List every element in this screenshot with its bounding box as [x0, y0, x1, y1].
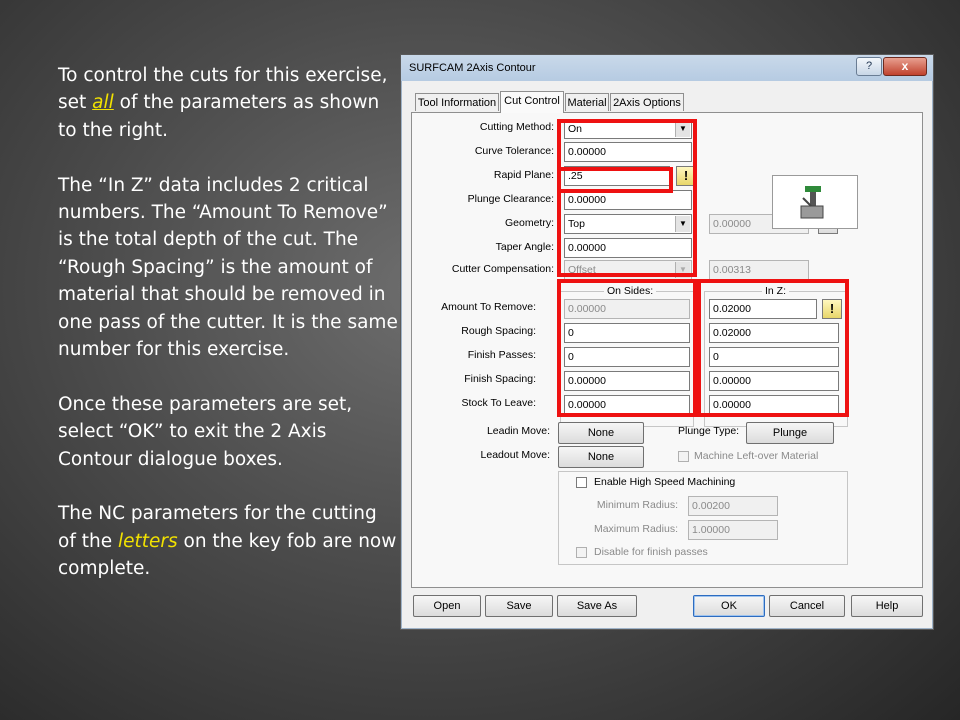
tab-2axis-options[interactable]: 2Axis Options	[610, 93, 684, 111]
slide-instructions: To control the cuts for this exercise, s…	[58, 62, 398, 610]
instruction-paragraph-3: Once these parameters are set, select “O…	[58, 393, 353, 470]
tool-preview	[772, 175, 858, 229]
leadout-button[interactable]: None	[558, 446, 644, 468]
instruction-paragraph-2: The “In Z” data includes 2 critical numb…	[58, 174, 398, 361]
max-radius-label: Maximum Radius:	[593, 523, 678, 535]
geometry-label: Geometry:	[504, 217, 554, 229]
dialog-titlebar[interactable]: SURFCAM 2Axis Contour ? x	[401, 55, 933, 81]
leadin-label: Leadin Move:	[486, 425, 550, 437]
cutter-compensation-label: Cutter Compensation:	[451, 263, 554, 275]
annotation-on-sides	[557, 279, 697, 417]
help-button[interactable]: Help	[851, 595, 923, 617]
stock-to-leave-label: Stock To Leave:	[461, 397, 536, 409]
leadin-button[interactable]: None	[558, 422, 644, 444]
finish-passes-label: Finish Passes:	[467, 349, 536, 361]
leadout-label: Leadout Move:	[480, 449, 550, 461]
machine-leftover-checkbox	[678, 451, 689, 462]
highlight-all: all	[92, 92, 114, 114]
ok-button[interactable]: OK	[693, 595, 765, 617]
close-button[interactable]: x	[883, 57, 927, 76]
cutting-method-label: Cutting Method:	[479, 121, 554, 133]
rapid-plane-label: Rapid Plane:	[493, 169, 554, 181]
plunge-clearance-label: Plunge Clearance:	[467, 193, 554, 205]
high-speed-checkbox[interactable]	[576, 477, 587, 488]
cutter-tool-icon	[800, 186, 824, 219]
save-button[interactable]: Save	[485, 595, 553, 617]
plunge-type-button[interactable]: Plunge	[746, 422, 834, 444]
curve-tolerance-label: Curve Tolerance:	[474, 145, 554, 157]
finish-spacing-label: Finish Spacing:	[464, 373, 536, 385]
help-title-button[interactable]: ?	[856, 57, 882, 76]
open-button[interactable]: Open	[413, 595, 481, 617]
tab-material[interactable]: Material	[565, 93, 609, 111]
tab-cut-control[interactable]: Cut Control	[500, 91, 564, 113]
cancel-button[interactable]: Cancel	[769, 595, 845, 617]
amount-to-remove-label: Amount To Remove:	[441, 301, 536, 313]
annotation-in-z	[697, 279, 849, 417]
tab-tool-information[interactable]: Tool Information	[415, 93, 499, 111]
taper-angle-label: Taper Angle:	[495, 241, 554, 253]
highlight-letters: letters	[117, 530, 178, 552]
min-radius-label: Minimum Radius:	[596, 499, 678, 511]
save-as-button[interactable]: Save As	[557, 595, 637, 617]
annotation-rapid-plane	[557, 167, 673, 193]
instruction-paragraph-1: To control the cuts for this exercise, s…	[58, 65, 388, 141]
min-radius-field: 0.00200	[688, 496, 778, 516]
annotation-top-fields	[557, 119, 697, 277]
cutter-compensation-offset-field: 0.00313	[709, 260, 809, 280]
plunge-type-label: Plunge Type:	[678, 425, 740, 437]
disable-finish-label: Disable for finish passes	[594, 546, 708, 558]
max-radius-field: 1.00000	[688, 520, 778, 540]
disable-finish-checkbox	[576, 547, 587, 558]
dialog-title: SURFCAM 2Axis Contour	[409, 62, 536, 74]
machine-leftover-label: Machine Left-over Material	[694, 450, 819, 462]
instruction-paragraph-4: The NC parameters for the cutting of the…	[58, 503, 397, 580]
rough-spacing-label: Rough Spacing:	[461, 325, 536, 337]
high-speed-label: Enable High Speed Machining	[594, 476, 736, 488]
